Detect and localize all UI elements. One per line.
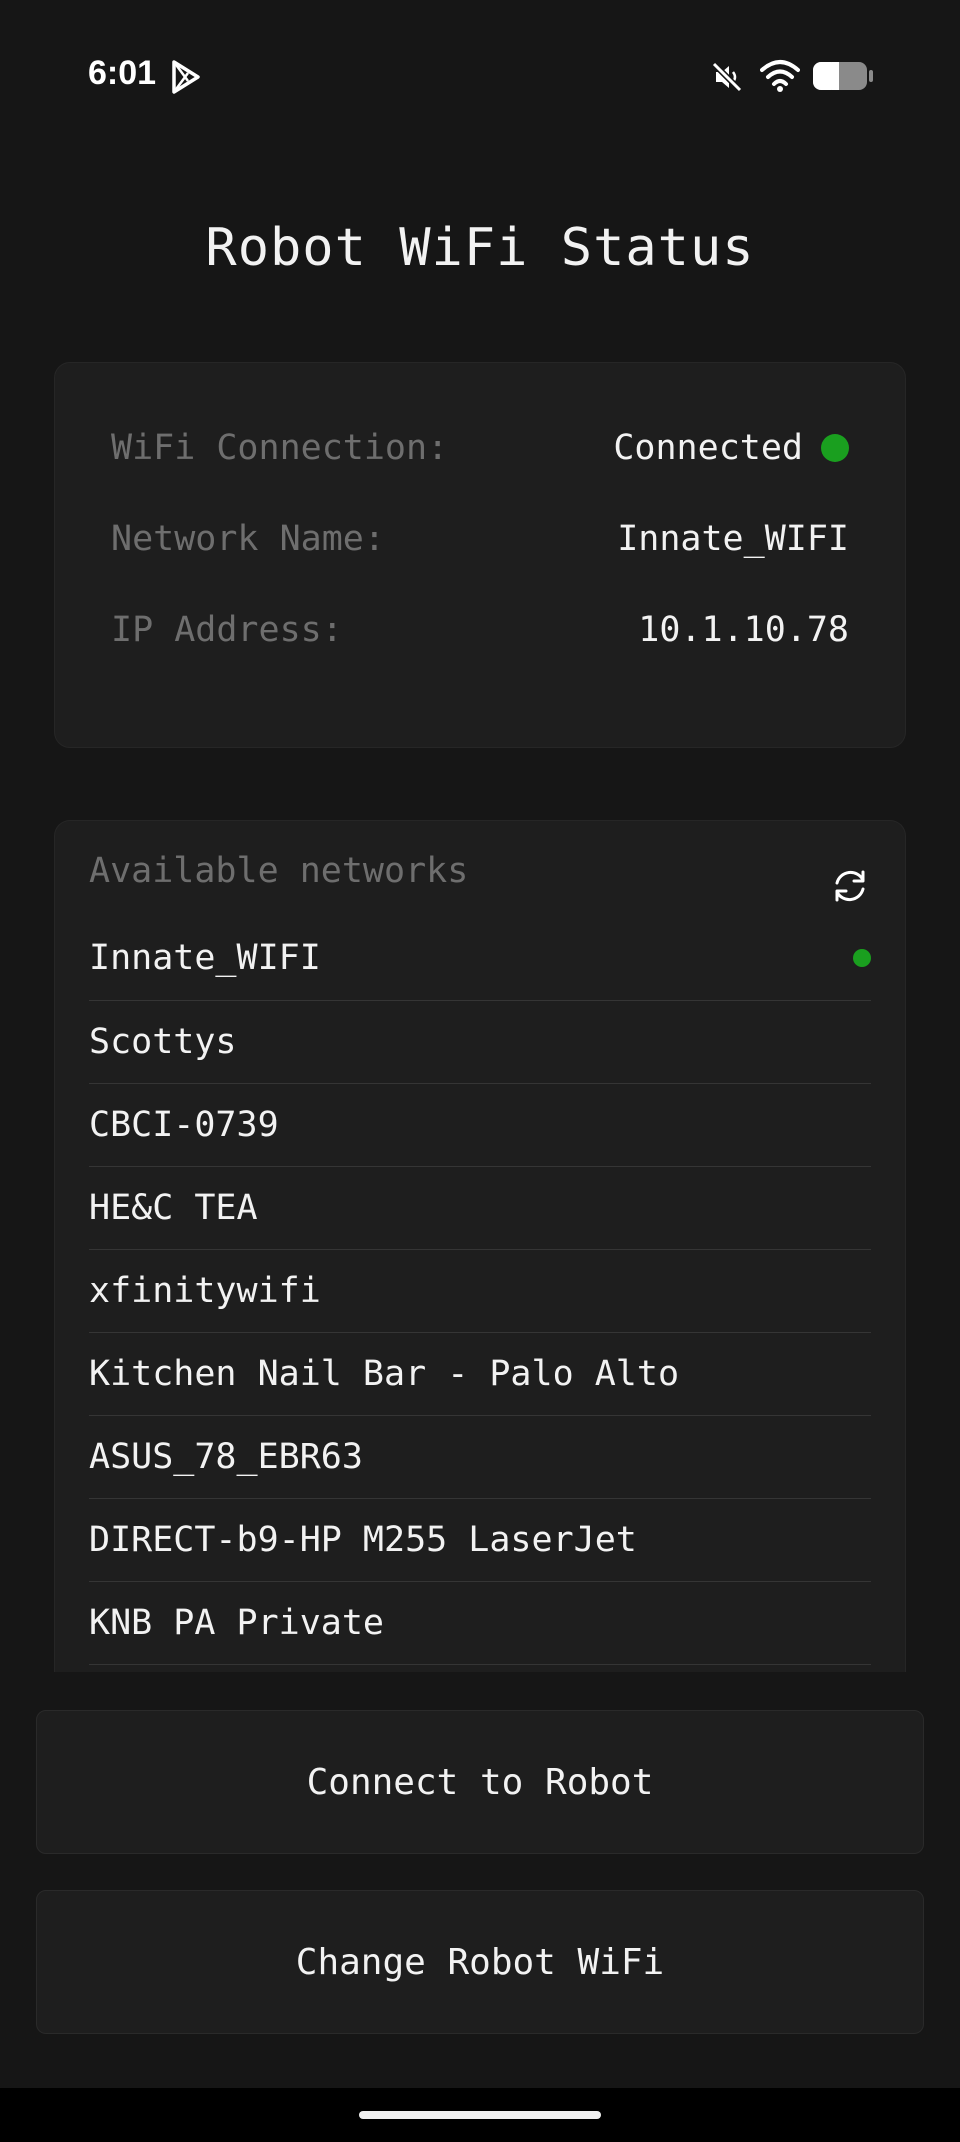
wifi-connection-value: Connected: [613, 428, 803, 468]
change-robot-wifi-button[interactable]: Change Robot WiFi: [36, 1890, 924, 2034]
ip-address-value: 10.1.10.78: [638, 610, 849, 650]
network-name: HE&C TEA: [89, 1188, 258, 1228]
home-indicator[interactable]: [359, 2111, 601, 2119]
network-item[interactable]: ASUS_78_EBR63: [89, 1416, 871, 1499]
network-item[interactable]: DIRECT-b9-HP M255 LaserJet: [89, 1499, 871, 1582]
network-item[interactable]: HE&C TEA: [89, 1167, 871, 1250]
network-name: Innate_WIFI: [89, 937, 321, 978]
available-networks-panel: Available networks Innate_WIFI Scottys C…: [54, 820, 906, 1672]
wifi-connection-status: Connected: [613, 428, 849, 468]
play-store-icon: [172, 60, 200, 94]
network-name: Kitchen Nail Bar - Palo Alto: [89, 1354, 680, 1394]
network-name-value: Innate_WIFI: [617, 519, 849, 559]
status-time: 6:01: [88, 54, 157, 92]
connected-indicator-dot: [821, 434, 849, 462]
network-name: xfinitywifi: [89, 1271, 321, 1311]
wifi-connection-row: WiFi Connection: Connected: [111, 423, 849, 473]
network-name-label: Network Name:: [111, 519, 385, 559]
battery-icon: [813, 62, 873, 90]
screen: 6:01 Robot WiFi Status WiFi Connection:: [0, 0, 960, 2142]
network-item[interactable]: CBCI-0739: [89, 1084, 871, 1167]
status-bar: 6:01: [0, 0, 960, 150]
network-name: Scottys: [89, 1022, 237, 1062]
network-item[interactable]: Innate_WIFI: [89, 915, 871, 1001]
network-name-row: Network Name: Innate_WIFI: [111, 514, 849, 564]
ip-address-label: IP Address:: [111, 610, 343, 650]
connect-to-robot-button[interactable]: Connect to Robot: [36, 1710, 924, 1854]
network-item[interactable]: Scottys: [89, 1001, 871, 1084]
mute-icon: [711, 61, 743, 93]
network-name: ASUS_78_EBR63: [89, 1437, 363, 1477]
network-name: DIRECT-b9-HP M255 LaserJet: [89, 1520, 637, 1560]
refresh-icon[interactable]: [829, 865, 871, 907]
network-item[interactable]: xfinitywifi: [89, 1250, 871, 1333]
wifi-connection-label: WiFi Connection:: [111, 428, 449, 468]
available-networks-header: Available networks: [89, 851, 469, 891]
page-title: Robot WiFi Status: [205, 218, 755, 278]
network-name: CBCI-0739: [89, 1105, 279, 1145]
network-name: KNB PA Private: [89, 1603, 385, 1643]
wifi-icon: [760, 60, 800, 92]
network-list: Innate_WIFI Scottys CBCI-0739 HE&C TEA x…: [89, 915, 871, 1665]
network-item[interactable]: KNB PA Private: [89, 1582, 871, 1665]
connected-indicator-dot: [853, 948, 871, 967]
network-item[interactable]: Kitchen Nail Bar - Palo Alto: [89, 1333, 871, 1416]
ip-address-row: IP Address: 10.1.10.78: [111, 605, 849, 655]
wifi-status-card: WiFi Connection: Connected Network Name:…: [54, 362, 906, 748]
